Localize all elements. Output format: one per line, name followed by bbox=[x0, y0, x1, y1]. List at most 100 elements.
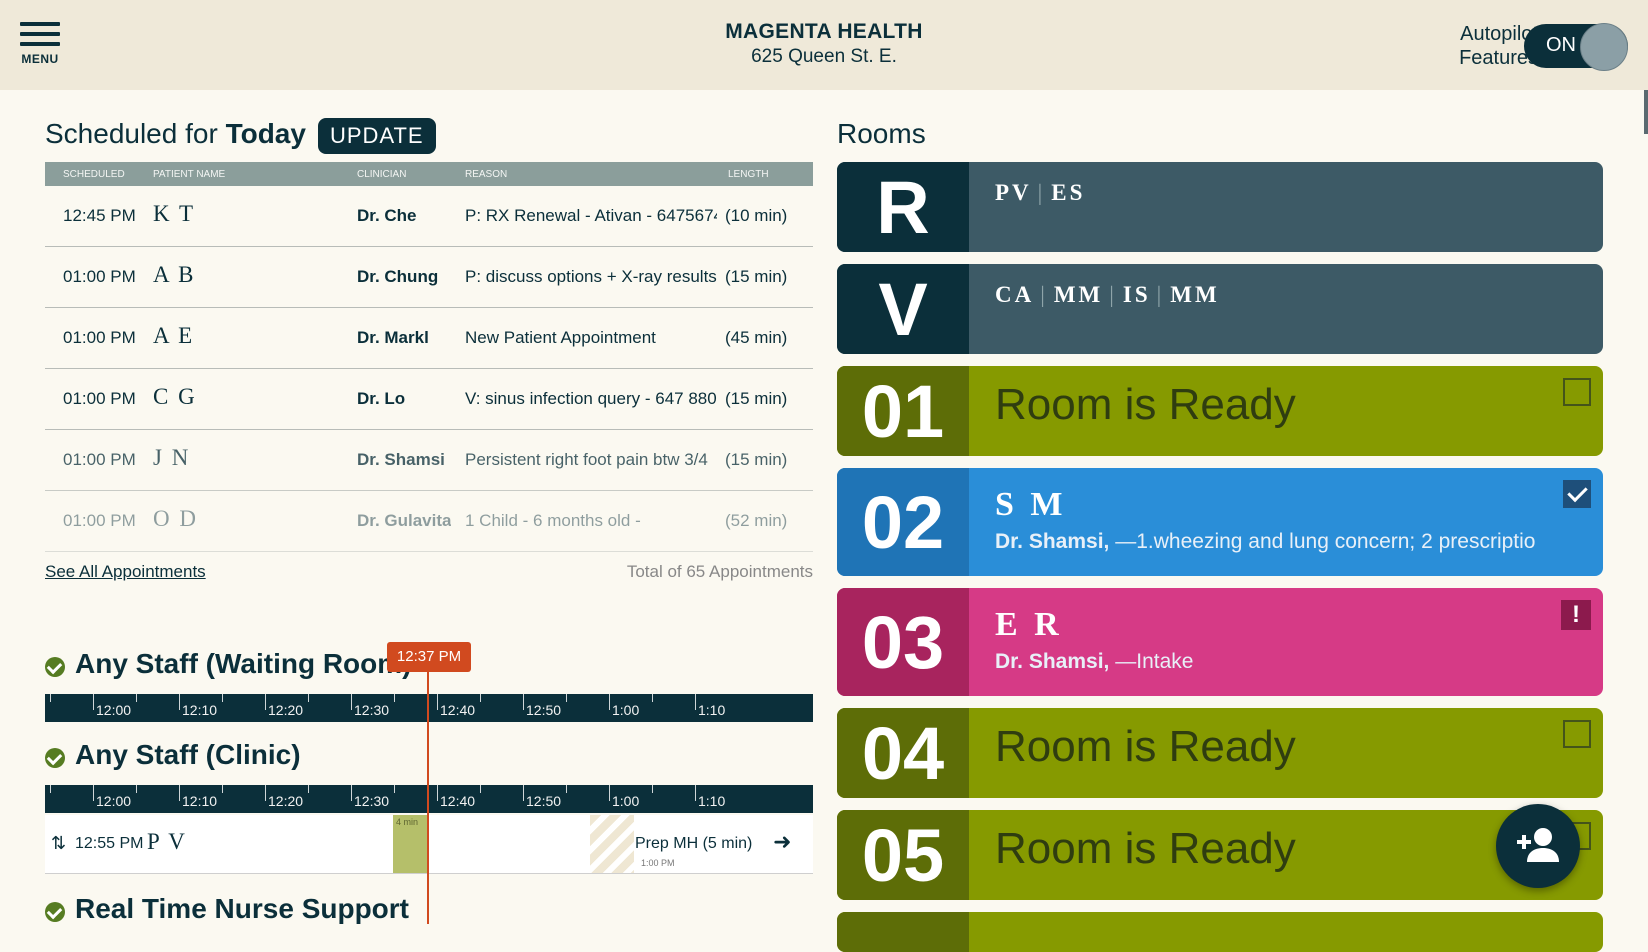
autopilot-toggle[interactable]: ON bbox=[1524, 23, 1628, 71]
room-status: Room is Ready bbox=[995, 380, 1296, 429]
room-visit-info: Dr. Shamsi, —Intake bbox=[995, 650, 1194, 673]
check-circle-icon bbox=[45, 657, 65, 677]
current-time-line bbox=[427, 668, 429, 924]
room-code: 03 bbox=[837, 588, 969, 696]
table-row[interactable]: 01:00 PM O D Dr. Gulavita 1 Child - 6 mo… bbox=[45, 491, 813, 552]
arrow-right-icon[interactable]: ➜ bbox=[773, 829, 791, 855]
timeline-minor-tick bbox=[480, 694, 481, 702]
timeline-tick-label: 12:40 bbox=[440, 793, 476, 809]
room-card-02[interactable]: 02 S M Dr. Shamsi, —1.wheezing and lung … bbox=[837, 468, 1603, 576]
page-scrollbar[interactable] bbox=[1644, 90, 1648, 134]
timeline-tick-label: 1:00 bbox=[612, 702, 640, 718]
timeline-minor-tick bbox=[50, 694, 51, 702]
room-checkbox[interactable] bbox=[1563, 378, 1591, 406]
timeline-bar-clinic: 12:00 12:10 12:20 12:30 12:40 12:50 1:00 1:10 bbox=[45, 785, 813, 813]
check-circle-icon bbox=[45, 902, 65, 922]
room-visit-info: Dr. Shamsi, —1.wheezing and lung concern… bbox=[995, 530, 1536, 553]
timeline-minor-tick bbox=[652, 785, 653, 793]
room-code: 01 bbox=[837, 366, 969, 456]
room-patient: E R bbox=[995, 606, 1063, 643]
staff-group-waiting-room: Any Staff (Waiting Room) bbox=[75, 648, 412, 679]
room-card-04[interactable]: 04 Room is Ready bbox=[837, 708, 1603, 798]
timeline-tick-label: 12:20 bbox=[268, 702, 304, 718]
staff-group-clinic: Any Staff (Clinic) bbox=[75, 739, 301, 770]
timeline-bar-waiting-room: 12:00 12:10 12:20 12:30 12:40 12:50 1:00 1:10 bbox=[45, 694, 813, 722]
timeline-minor-tick bbox=[308, 785, 309, 793]
check-circle-icon bbox=[45, 748, 65, 768]
col-scheduled: SCHEDULED bbox=[63, 169, 125, 180]
room-card-v[interactable]: V CA | MM | IS | MM bbox=[837, 264, 1603, 354]
room-patients: PV | ES bbox=[995, 180, 1086, 205]
timeline-minor-tick bbox=[50, 785, 51, 793]
room-card-05[interactable]: 05 Room is Ready bbox=[837, 810, 1603, 900]
room-status: Room is Ready bbox=[995, 824, 1296, 873]
timeline-minor-tick bbox=[480, 785, 481, 793]
timeline-minor-tick bbox=[652, 694, 653, 702]
top-header: MENU MAGENTA HEALTH 625 Queen St. E. Aut… bbox=[0, 0, 1648, 90]
gap-block[interactable]: 4 min bbox=[393, 815, 427, 873]
timeline-tick-label: 12:50 bbox=[526, 702, 562, 718]
see-all-appointments-link[interactable]: See All Appointments bbox=[45, 562, 206, 582]
alert-icon[interactable]: ! bbox=[1561, 600, 1591, 630]
col-clinician: CLINICIAN bbox=[357, 169, 407, 180]
table-row[interactable]: 01:00 PM A E Dr. Markl New Patient Appoi… bbox=[45, 308, 813, 369]
table-header: SCHEDULED PATIENT NAME CLINICIAN REASON … bbox=[45, 162, 813, 186]
clinic-name: MAGENTA HEALTH bbox=[725, 20, 923, 43]
swap-arrows-icon[interactable]: ⇅ bbox=[51, 833, 66, 854]
schedule-title: Scheduled for Today bbox=[45, 118, 306, 149]
room-checkbox-checked[interactable] bbox=[1563, 480, 1591, 508]
prep-block[interactable] bbox=[590, 815, 634, 873]
timeline-tick-label: 12:00 bbox=[96, 702, 132, 718]
appointments-total: Total of 65 Appointments bbox=[626, 562, 813, 581]
toggle-state-label: ON bbox=[1546, 34, 1576, 56]
prep-time: 1:00 PM bbox=[641, 858, 675, 868]
table-row[interactable]: 12:45 PM K T Dr. Che P: RX Renewal - Ati… bbox=[45, 186, 813, 247]
table-row[interactable]: 01:00 PM J N Dr. Shamsi Persistent right… bbox=[45, 430, 813, 491]
room-code: 05 bbox=[837, 810, 969, 900]
table-row[interactable]: 01:00 PM A B Dr. Chung P: discuss option… bbox=[45, 247, 813, 308]
room-status: Room is Ready bbox=[995, 722, 1296, 771]
room-code: V bbox=[837, 264, 969, 354]
room-patients: CA | MM | IS | MM bbox=[995, 282, 1220, 307]
timeline-tick-label: 12:00 bbox=[96, 793, 132, 809]
timeline-tick-label: 12:10 bbox=[182, 702, 218, 718]
timeline-minor-tick bbox=[136, 785, 137, 793]
room-checkbox[interactable] bbox=[1563, 720, 1591, 748]
timeline-minor-tick bbox=[136, 694, 137, 702]
room-code: R bbox=[837, 162, 969, 252]
person-add-icon bbox=[1517, 828, 1559, 862]
timeline-minor-tick bbox=[566, 785, 567, 793]
appointments-table: SCHEDULED PATIENT NAME CLINICIAN REASON … bbox=[45, 162, 813, 552]
room-card-partial[interactable] bbox=[837, 912, 1603, 952]
timeline-tick-label: 1:10 bbox=[698, 702, 726, 718]
appointment-time: 12:55 PM bbox=[75, 835, 144, 852]
timeline-appointment-row[interactable]: ⇅ 12:55 PM P V 4 min Prep MH (5 min) 1:0… bbox=[45, 815, 813, 874]
room-card-03[interactable]: 03 E R Dr. Shamsi, —Intake ! bbox=[837, 588, 1603, 696]
table-row[interactable]: 01:00 PM C G Dr. Lo V: sinus infection q… bbox=[45, 369, 813, 430]
room-card-01[interactable]: 01 Room is Ready bbox=[837, 366, 1603, 456]
col-reason: REASON bbox=[465, 169, 508, 180]
room-card-r[interactable]: R PV | ES bbox=[837, 162, 1603, 252]
timeline-tick-label: 1:00 bbox=[612, 793, 640, 809]
update-button[interactable]: UPDATE bbox=[318, 118, 436, 154]
rooms-title: Rooms bbox=[837, 118, 926, 149]
timeline-minor-tick bbox=[308, 694, 309, 702]
clinic-address: 625 Queen St. E. bbox=[751, 46, 897, 67]
timeline-tick-label: 12:50 bbox=[526, 793, 562, 809]
timeline-minor-tick bbox=[394, 694, 395, 702]
timeline-tick-label: 12:10 bbox=[182, 793, 218, 809]
col-patient: PATIENT NAME bbox=[153, 169, 226, 180]
clinic-identity: MAGENTA HEALTH 625 Queen St. E. bbox=[0, 20, 1648, 68]
prep-label: Prep MH (5 min) bbox=[635, 835, 753, 852]
add-patient-button[interactable] bbox=[1496, 804, 1580, 888]
timeline-minor-tick bbox=[394, 785, 395, 793]
col-length: LENGTH bbox=[728, 169, 769, 180]
timeline-minor-tick bbox=[566, 694, 567, 702]
current-time-badge: 12:37 PM bbox=[387, 642, 471, 672]
timeline-tick-label: 1:10 bbox=[698, 793, 726, 809]
room-code: 02 bbox=[837, 468, 969, 576]
timeline-tick-label: 12:40 bbox=[440, 702, 476, 718]
toggle-knob[interactable] bbox=[1580, 23, 1628, 71]
appointment-patient: P V bbox=[147, 829, 187, 854]
timeline-tick-label: 12:20 bbox=[268, 793, 304, 809]
